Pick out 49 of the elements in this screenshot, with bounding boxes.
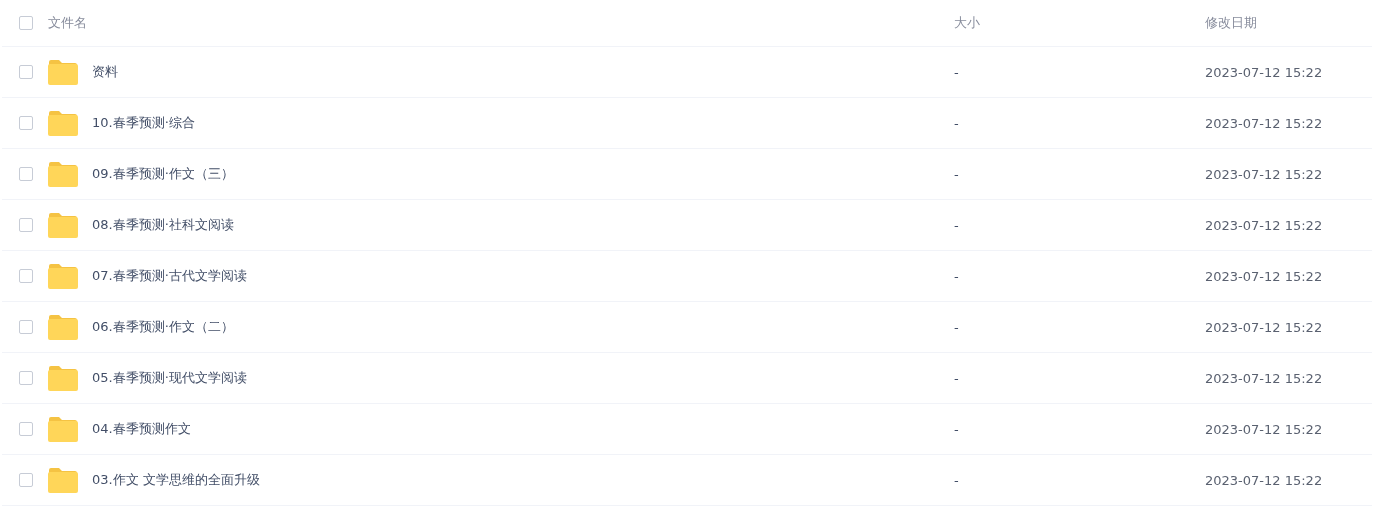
checkbox[interactable] xyxy=(19,116,33,130)
checkbox[interactable] xyxy=(19,371,33,385)
file-name[interactable]: 05.春季预测·现代文学阅读 xyxy=(92,369,247,387)
column-header[interactable]: 大小 xyxy=(954,14,1205,32)
modified-date: 2023-07-12 15:22 xyxy=(1205,370,1324,386)
folder-icon xyxy=(48,59,78,85)
checkbox[interactable] xyxy=(19,269,33,283)
file-name[interactable]: 07.春季预测·古代文学阅读 xyxy=(92,267,247,285)
modified-date: 2023-07-12 15:22 xyxy=(1205,217,1324,233)
checkbox[interactable] xyxy=(19,422,33,436)
modified-date: 2023-07-12 15:22 xyxy=(1205,319,1324,335)
checkbox[interactable] xyxy=(19,167,33,181)
file-name[interactable]: 06.春季预测·作文（二） xyxy=(92,318,234,336)
folder-icon xyxy=(48,416,78,442)
checkbox[interactable] xyxy=(19,473,33,487)
column-header[interactable]: 修改日期 xyxy=(1205,14,1372,32)
file-size: - xyxy=(954,64,960,80)
modified-date: 2023-07-12 15:22 xyxy=(1205,268,1324,284)
checkbox[interactable] xyxy=(19,320,33,334)
file-name[interactable]: 资料 xyxy=(92,63,118,81)
file-size: - xyxy=(954,115,960,131)
folder-icon xyxy=(48,314,78,340)
file-size: - xyxy=(954,472,960,488)
checkbox[interactable] xyxy=(19,16,33,30)
file-size: - xyxy=(954,268,960,284)
modified-date: 2023-07-12 15:22 xyxy=(1205,64,1324,80)
checkbox[interactable] xyxy=(19,65,33,79)
modified-date: 2023-07-12 15:22 xyxy=(1205,472,1324,488)
column-header[interactable]: 文件名 xyxy=(48,14,954,32)
modified-date: 2023-07-12 15:22 xyxy=(1205,115,1324,131)
file-name[interactable]: 03.作文 文学思维的全面升级 xyxy=(92,471,260,489)
modified-date: 2023-07-12 15:22 xyxy=(1205,421,1324,437)
file-name[interactable]: 08.春季预测·社科文阅读 xyxy=(92,216,234,234)
file-size: - xyxy=(954,370,960,386)
file-size: - xyxy=(954,319,960,335)
folder-icon xyxy=(48,212,78,238)
modified-date: 2023-07-12 15:22 xyxy=(1205,166,1324,182)
checkbox[interactable] xyxy=(19,218,33,232)
folder-icon xyxy=(48,110,78,136)
file-size: - xyxy=(954,421,960,437)
file-size: - xyxy=(954,217,960,233)
file-name[interactable]: 09.春季预测·作文（三） xyxy=(92,165,234,183)
folder-icon xyxy=(48,161,78,187)
file-size: - xyxy=(954,166,960,182)
file-name[interactable]: 04.春季预测作文 xyxy=(92,420,191,438)
folder-icon xyxy=(48,263,78,289)
file-name[interactable]: 10.春季预测·综合 xyxy=(92,114,195,132)
folder-icon xyxy=(48,467,78,493)
folder-icon xyxy=(48,365,78,391)
